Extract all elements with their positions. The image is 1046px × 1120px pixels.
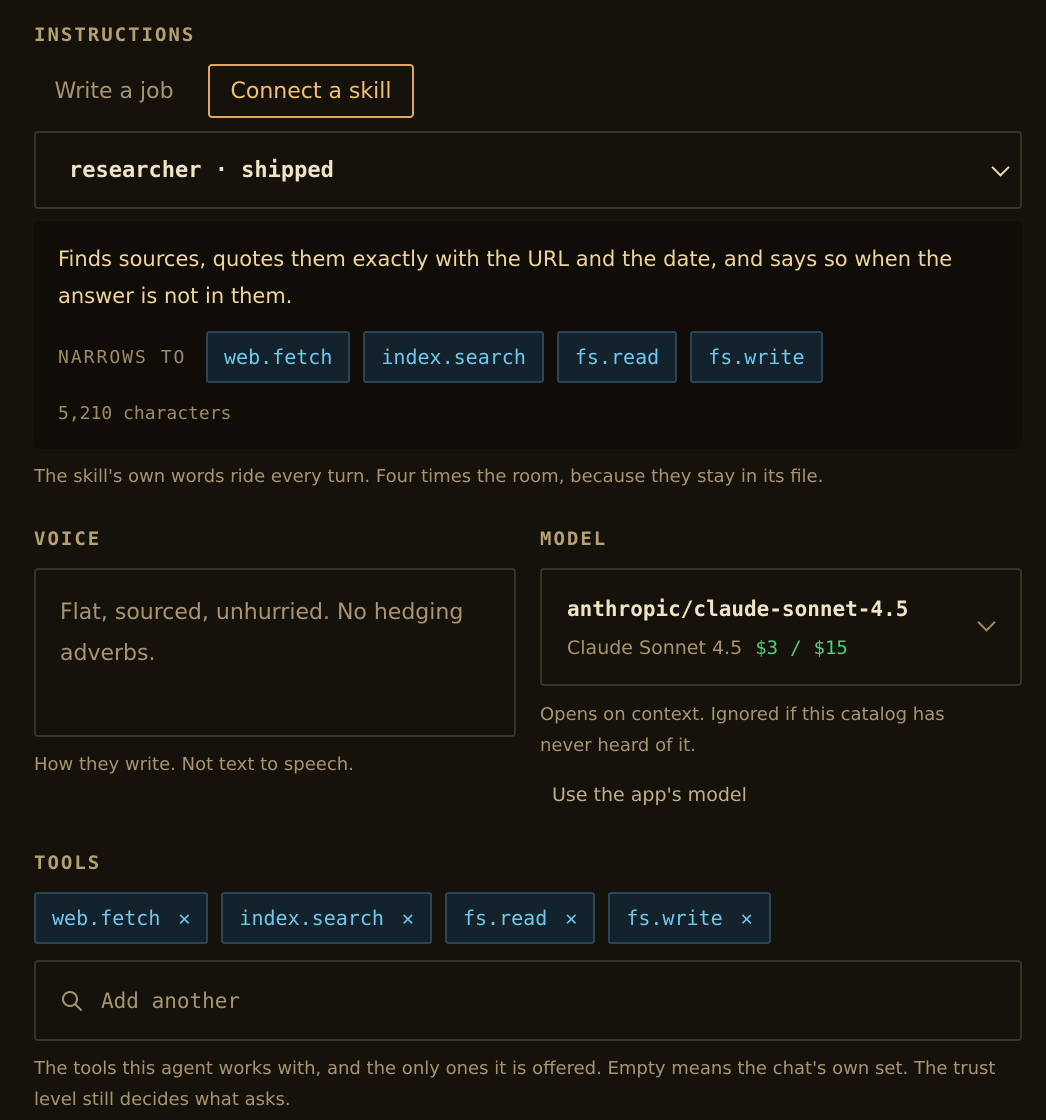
close-icon[interactable]: ✕ [565, 906, 577, 930]
tool-chip-label: index.search [239, 906, 384, 930]
tool-chip-label: web.fetch [52, 906, 161, 930]
skill-select[interactable]: researcher · shipped [34, 131, 1022, 209]
tab-connect-a-skill[interactable]: Connect a skill [208, 64, 414, 118]
tab-write-a-job[interactable]: Write a job [34, 64, 194, 118]
model-price-input: $3 [755, 637, 779, 659]
model-price-output: $15 [813, 637, 848, 659]
character-count: 5,210 characters [58, 403, 232, 424]
tool-search-input[interactable]: Add another [34, 960, 1022, 1041]
instructions-hint: The skill's own words ride every turn. F… [34, 466, 824, 487]
close-icon[interactable]: ✕ [178, 906, 190, 930]
voice-value: Flat, sourced, unhurried. No hedging adv… [60, 600, 464, 666]
tool-chip: fs.write ✕ [608, 892, 771, 944]
model-label: MODEL [540, 528, 608, 550]
voice-hint: How they write. Not text to speech. [34, 754, 354, 775]
chevron-down-icon [974, 610, 998, 634]
model-hint: Opens on context. Ignored if this catalo… [540, 704, 945, 756]
tool-chip: index.search ✕ [221, 892, 432, 944]
tools-hint: The tools this agent works with, and the… [34, 1058, 996, 1110]
skill-select-value: researcher · shipped [69, 157, 334, 183]
close-icon[interactable]: ✕ [402, 906, 414, 930]
skill-detail-panel: Finds sources, quotes them exactly with … [34, 221, 1022, 449]
tools-label: TOOLS [34, 852, 102, 874]
use-app-model-link[interactable]: Use the app's model [552, 784, 747, 806]
model-price-separator: / [790, 637, 802, 659]
narrows-tool-chip: fs.read [556, 331, 678, 383]
narrows-to-label: NARROWS TO [58, 347, 187, 368]
voice-textarea[interactable]: Flat, sourced, unhurried. No hedging adv… [34, 568, 516, 737]
voice-label: VOICE [34, 528, 102, 550]
tool-chip-label: fs.read [462, 906, 548, 930]
skill-description: Finds sources, quotes them exactly with … [58, 247, 953, 308]
tool-chip: web.fetch ✕ [34, 892, 209, 944]
narrows-tool-chip: fs.write [690, 331, 823, 383]
tool-chip-label: fs.write [626, 906, 723, 930]
tools-chip-list: web.fetch ✕ index.search ✕ fs.read ✕ fs.wri… [34, 892, 771, 944]
tool-search-placeholder: Add another [101, 988, 241, 1013]
model-id: anthropic/claude-sonnet-4.5 [567, 597, 909, 621]
tool-chip: fs.read ✕ [444, 892, 596, 944]
narrows-tool-chip: web.fetch [206, 331, 351, 383]
model-select[interactable]: anthropic/claude-sonnet-4.5 Claude Sonne… [540, 568, 1022, 686]
model-meta: Claude Sonnet 4.5 $3 / $15 [567, 637, 848, 659]
model-name: Claude Sonnet 4.5 [567, 637, 743, 659]
narrows-tool-list: web.fetch index.search fs.read fs.write [206, 331, 823, 383]
instructions-label: INSTRUCTIONS [34, 24, 196, 46]
close-icon[interactable]: ✕ [741, 906, 753, 930]
chevron-down-icon [988, 155, 1012, 179]
narrows-tool-chip: index.search [363, 331, 544, 383]
search-icon [62, 990, 82, 1011]
